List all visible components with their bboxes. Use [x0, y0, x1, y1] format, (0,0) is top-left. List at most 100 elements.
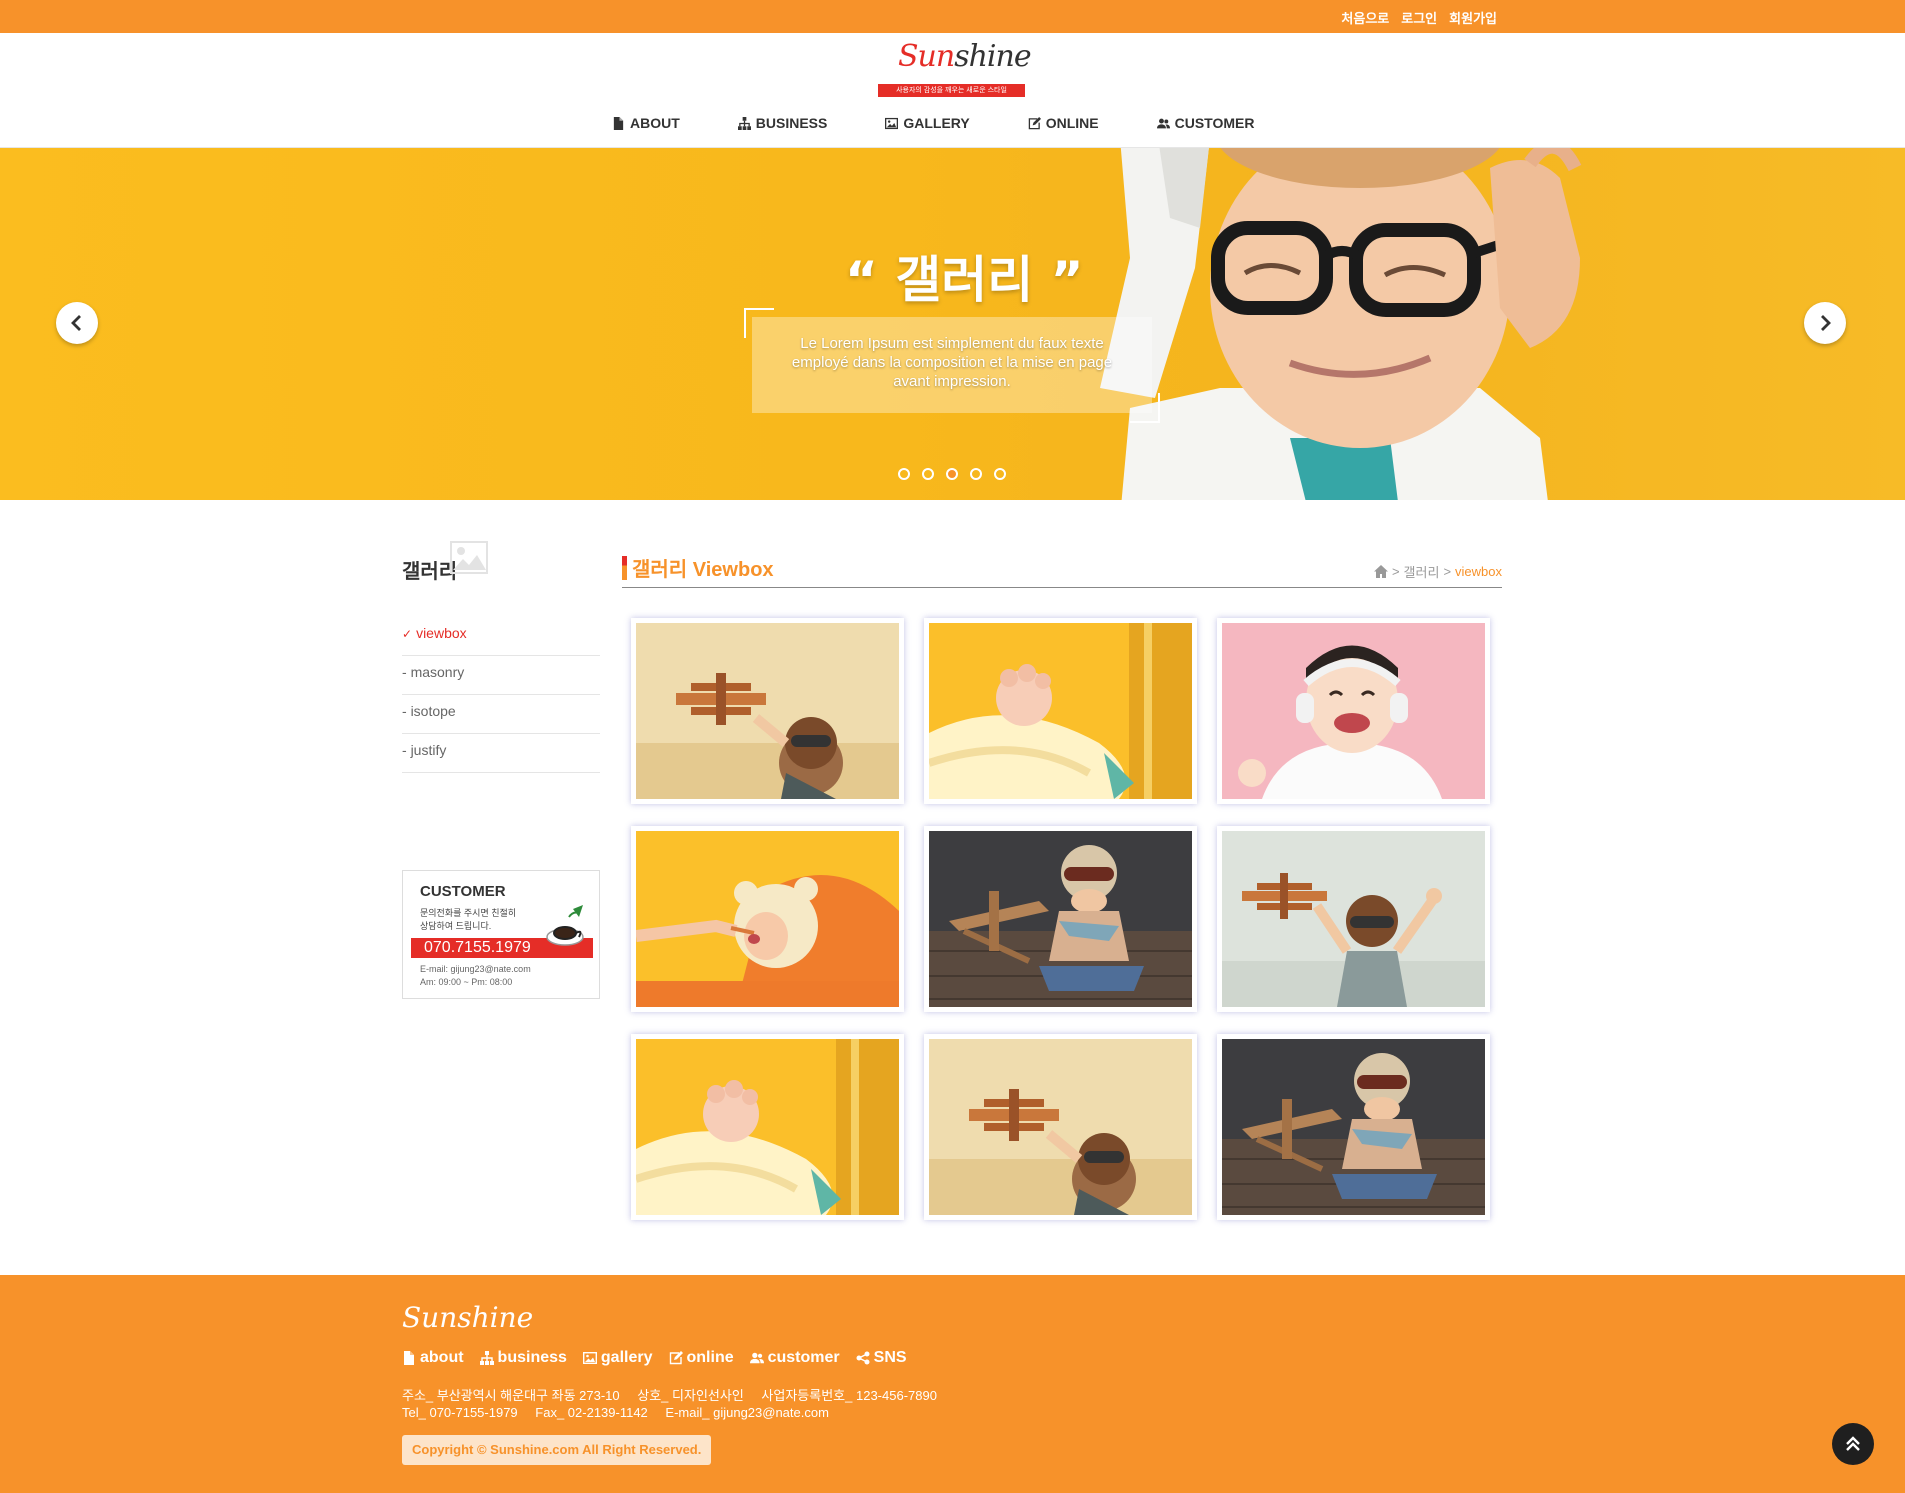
nav-item-business[interactable]: BUSINESS — [737, 115, 828, 131]
site-header: Sunshine 사용자의 감성을 깨우는 새로운 스타일 ABOUT BUSI… — [0, 33, 1905, 148]
customer-hours: Am: 09:00 ~ Pm: 08:00 — [420, 977, 513, 987]
customer-email: E-mail: gijung23@nate.com — [420, 964, 531, 974]
footer-link-gallery[interactable]: gallery — [582, 1349, 653, 1367]
footer-info-line2: Tel_ 070-7155-1979 Fax_ 02-2139-1142 E-m… — [402, 1404, 951, 1421]
aviator-kid-floor-photo — [1222, 1039, 1485, 1215]
copyright: Copyright © Sunshine.com All Right Reser… — [402, 1435, 712, 1465]
customer-banner-desc-line2: 상담하여 드립니다. — [420, 921, 492, 931]
gallery-item[interactable] — [631, 618, 904, 804]
gallery-item[interactable] — [631, 826, 904, 1012]
home-link[interactable]: 처음으로 — [1341, 8, 1389, 27]
sidebar-item-label: justify — [410, 742, 447, 758]
footer-link-label: customer — [767, 1349, 840, 1366]
logo-part1: Sun — [898, 39, 955, 74]
home-icon[interactable] — [1373, 565, 1388, 578]
sidebar-item-label: viewbox — [416, 625, 467, 641]
breadcrumb: > 갤러리 > viewbox — [1373, 562, 1502, 581]
breadcrumb-section[interactable]: 갤러리 — [1404, 562, 1440, 581]
hero-frame-corner-br — [1130, 393, 1160, 423]
slider-next-button[interactable] — [1804, 302, 1846, 344]
picture-icon — [450, 541, 488, 574]
nav-label: ABOUT — [630, 115, 680, 131]
aviator-kid-floor-photo — [929, 831, 1192, 1007]
image-icon — [885, 117, 899, 129]
slider-pagination — [898, 468, 1006, 480]
baby-headphones-photo — [1222, 623, 1485, 799]
gallery-grid — [631, 618, 1493, 1220]
footer-info: 주소_ 부산광역시 해운대구 좌동 273-10 상호_ 디자인선사인 사업자등… — [402, 1387, 951, 1421]
footer-company: 상호_ 디자인선사인 — [637, 1388, 744, 1403]
sitemap-icon — [737, 116, 751, 130]
title-marker — [622, 555, 627, 580]
top-links: 처음으로 로그인 회원가입 — [1341, 8, 1497, 27]
footer-link-customer[interactable]: customer — [749, 1349, 840, 1367]
edit-icon — [669, 1351, 683, 1365]
sidebar-item-masonry[interactable]: - masonry — [402, 656, 600, 695]
site-logo[interactable]: Sunshine 사용자의 감성을 깨우는 새로운 스타일 — [878, 39, 1032, 97]
users-icon — [749, 1352, 764, 1364]
sidebar-item-justify[interactable]: - justify — [402, 734, 600, 773]
sidebar-item-prefix: - — [402, 742, 407, 758]
breadcrumb-separator: > — [1443, 564, 1452, 579]
hero-slider: “ 갤러리 ” Le Lorem Ipsum est simplement du… — [0, 148, 1905, 500]
customer-banner[interactable]: CUSTOMER 문의전화를 주시면 친절히 상담하여 드립니다. 070.71… — [402, 870, 600, 999]
gallery-item[interactable] — [631, 1034, 904, 1220]
sidebar-item-isotope[interactable]: - isotope — [402, 695, 600, 734]
gallery-item[interactable] — [924, 618, 1197, 804]
slider-dot-5[interactable] — [994, 468, 1006, 480]
hero-title: “ 갤러리 ” — [845, 251, 1084, 309]
sitemap-icon — [479, 1351, 494, 1365]
gallery-item[interactable] — [1217, 1034, 1490, 1220]
edit-icon — [1028, 116, 1041, 129]
scroll-top-button[interactable] — [1832, 1423, 1874, 1465]
slider-dot-1[interactable] — [898, 468, 910, 480]
slider-prev-button[interactable] — [56, 302, 98, 344]
footer-link-about[interactable]: about — [402, 1349, 464, 1367]
slider-dot-3[interactable] — [946, 468, 958, 480]
nav-item-about[interactable]: ABOUT — [612, 115, 680, 131]
slider-dot-2[interactable] — [922, 468, 934, 480]
footer-fax: Fax_ 02-2139-1142 — [535, 1405, 648, 1420]
signup-link[interactable]: 회원가입 — [1449, 8, 1497, 27]
sidebar-item-prefix: - — [402, 703, 407, 719]
check-icon: ✓ — [402, 627, 413, 641]
page-title: 갤러리 Viewbox — [622, 553, 774, 582]
nav-label: CUSTOMER — [1174, 115, 1255, 131]
file-icon — [613, 116, 624, 130]
nav-item-gallery[interactable]: GALLERY — [885, 115, 970, 131]
gallery-item[interactable] — [1217, 618, 1490, 804]
chevron-left-icon — [71, 315, 81, 331]
nav-label: GALLERY — [903, 115, 970, 131]
airplane-kid-arms-photo — [1222, 831, 1485, 1007]
baby-feeding-photo — [636, 831, 899, 1007]
airplane-kid-photo — [929, 1039, 1192, 1215]
gallery-item[interactable] — [924, 826, 1197, 1012]
double-chevron-up-icon — [1846, 1436, 1860, 1451]
customer-banner-desc: 문의전화를 주시면 친절히 상담하여 드립니다. — [420, 907, 540, 933]
site-footer: Sunshine about business gallery online c… — [0, 1275, 1905, 1493]
sidebar-title: 갤러리 — [402, 561, 458, 583]
share-icon — [856, 1351, 870, 1365]
page-title-text: 갤러리 Viewbox — [632, 559, 774, 581]
gallery-item[interactable] — [1217, 826, 1490, 1012]
footer-link-sns[interactable]: SNS — [856, 1349, 907, 1367]
gallery-item[interactable] — [924, 1034, 1197, 1220]
footer-link-business[interactable]: business — [479, 1349, 567, 1367]
sidebar-item-label: masonry — [410, 664, 465, 680]
footer-link-online[interactable]: online — [669, 1349, 734, 1367]
login-link[interactable]: 로그인 — [1401, 8, 1437, 27]
customer-banner-info: E-mail: gijung23@nate.com Am: 09:00 ~ Pm… — [420, 963, 531, 989]
nav-item-customer[interactable]: CUSTOMER — [1156, 115, 1255, 131]
slider-dot-4[interactable] — [970, 468, 982, 480]
footer-link-label: SNS — [873, 1349, 907, 1366]
breadcrumb-current: viewbox — [1455, 564, 1502, 579]
nav-item-online[interactable]: ONLINE — [1028, 115, 1099, 131]
footer-logo[interactable]: Sunshine — [402, 1301, 533, 1334]
users-icon — [1156, 118, 1170, 128]
footer-info-line1: 주소_ 부산광역시 해운대구 좌동 273-10 상호_ 디자인선사인 사업자등… — [402, 1387, 951, 1404]
nav-label: BUSINESS — [755, 115, 828, 131]
sidebar-item-viewbox[interactable]: ✓ viewbox — [402, 617, 600, 656]
footer-nav: about business gallery online customer S… — [402, 1349, 907, 1367]
baby-hand-photo — [636, 1039, 899, 1215]
image-icon — [582, 1352, 597, 1365]
